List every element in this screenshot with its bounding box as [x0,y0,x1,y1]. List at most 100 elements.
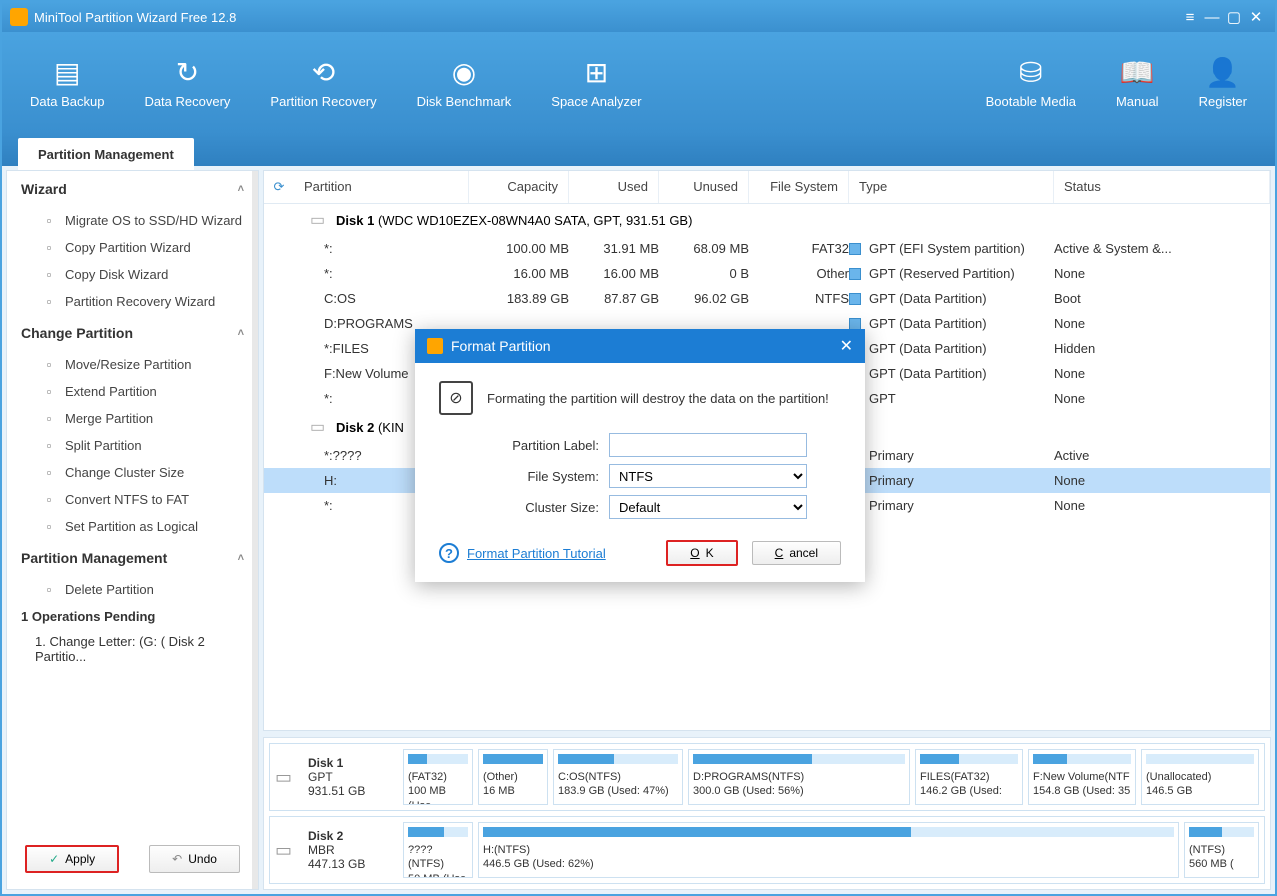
type-color-icon [849,318,861,330]
filesystem-select[interactable]: NTFS [609,464,807,488]
sidebar-item[interactable]: ▫Convert NTFS to FAT [7,486,258,513]
disk-strip-partition[interactable]: (NTFS)560 MB ( [1184,822,1259,878]
disk-strip-panel: ▭Disk 1GPT931.51 GB(FAT32)100 MB (Use(Ot… [263,737,1271,890]
type-color-icon [849,243,861,255]
pending-item[interactable]: 1. Change Letter: (G: ( Disk 2 Partitio.… [7,630,258,668]
toolbar-icon: ↻ [144,56,230,86]
disk-icon: ▭ [275,822,303,878]
refresh-icon[interactable]: ⟳ [264,171,294,203]
chevron-up-icon: ˄ [238,327,244,339]
close-icon[interactable]: ✕ [1245,8,1267,26]
disk-strip-partition[interactable]: F:New Volume(NTF154.8 GB (Used: 35 [1028,749,1136,805]
toolbar-icon: ▤ [30,56,104,86]
cluster-size-label: Cluster Size: [439,500,609,515]
tab-partition-management[interactable]: Partition Management [18,138,194,171]
toolbar-icon: 👤 [1199,56,1247,86]
partition-label-input[interactable] [609,433,807,457]
sidebar-item[interactable]: ▫Delete Partition [7,576,258,603]
action-icon: ▫ [41,384,57,399]
undo-button[interactable]: ↶Undo [149,845,240,873]
section-header[interactable]: Wizard˄ [7,171,258,207]
toolbar-data-backup[interactable]: ▤Data Backup [10,46,124,119]
sidebar-item[interactable]: ▫Partition Recovery Wizard [7,288,258,315]
format-partition-dialog: Format Partition ✕ ⊘ Formating the parti… [415,329,865,582]
disk-strip-partition[interactable]: (FAT32)100 MB (Use [403,749,473,805]
disk-strip-partition[interactable]: D:PROGRAMS(NTFS)300.0 GB (Used: 56%) [688,749,910,805]
section-header[interactable]: Partition Management˄ [7,540,258,576]
toolbar-data-recovery[interactable]: ↻Data Recovery [124,46,250,119]
warning-drive-icon: ⊘ [439,381,473,415]
help-icon[interactable]: ? [439,543,459,563]
th-capacity[interactable]: Capacity [469,171,569,203]
disk-strip-header: Disk 2MBR447.13 GB [308,822,398,878]
toolbar-manual[interactable]: 📖Manual [1096,46,1179,119]
th-partition[interactable]: Partition [294,171,469,203]
disk-strip-partition[interactable]: C:OS(NTFS)183.9 GB (Used: 47%) [553,749,683,805]
disk-icon: ▭ [275,749,303,805]
sidebar-item[interactable]: ▫Copy Partition Wizard [7,234,258,261]
type-color-icon [849,293,861,305]
sidebar-scrollbar[interactable] [252,171,258,889]
disk-strip-partition[interactable]: (Unallocated)146.5 GB [1141,749,1259,805]
partition-row[interactable]: *:100.00 MB31.91 MB68.09 MBFAT32GPT (EFI… [264,236,1270,261]
sidebar-item[interactable]: ▫Migrate OS to SSD/HD Wizard [7,207,258,234]
partition-row[interactable]: C:OS183.89 GB87.87 GB96.02 GBNTFSGPT (Da… [264,286,1270,311]
toolbar-space-analyzer[interactable]: ⊞Space Analyzer [531,46,661,119]
th-filesystem[interactable]: File System [749,171,849,203]
tutorial-link[interactable]: Format Partition Tutorial [467,546,606,561]
sidebar-item[interactable]: ▫Split Partition [7,432,258,459]
toolbar-icon: ⛁ [986,56,1076,86]
dialog-close-icon[interactable]: ✕ [840,336,853,356]
disk-strip-header: Disk 1GPT931.51 GB [308,749,398,805]
partition-row[interactable]: *:16.00 MB16.00 MB0 BOtherGPT (Reserved … [264,261,1270,286]
sidebar-item[interactable]: ▫Set Partition as Logical [7,513,258,540]
menu-icon[interactable]: ≡ [1179,9,1201,26]
chevron-up-icon: ˄ [238,183,244,195]
disk-strip: ▭Disk 1GPT931.51 GB(FAT32)100 MB (Use(Ot… [269,743,1265,811]
action-icon: ▫ [41,438,57,453]
app-logo-icon [10,8,28,26]
sidebar-item[interactable]: ▫Merge Partition [7,405,258,432]
dialog-title: Format Partition [451,338,551,354]
disk-strip-partition[interactable]: H:(NTFS)446.5 GB (Used: 62%) [478,822,1179,878]
action-icon: ▫ [41,411,57,426]
main-toolbar: ▤Data Backup↻Data Recovery⟲Partition Rec… [2,32,1275,132]
window-title: MiniTool Partition Wizard Free 12.8 [34,10,1179,25]
action-icon: ▫ [41,357,57,372]
maximize-icon[interactable]: ▢ [1223,8,1245,26]
tab-row: Partition Management [2,132,1275,166]
ok-button[interactable]: OK [666,540,737,566]
cluster-size-select[interactable]: Default [609,495,807,519]
disk-strip-partition[interactable]: ????(NTFS)50 MB (Use [403,822,473,878]
action-icon: ▫ [41,294,57,309]
action-icon: ▫ [41,519,57,534]
action-icon: ▫ [41,465,57,480]
sidebar-item[interactable]: ▫Change Cluster Size [7,459,258,486]
cancel-button[interactable]: Cancel [752,541,841,565]
toolbar-partition-recovery[interactable]: ⟲Partition Recovery [250,46,396,119]
disk-strip: ▭Disk 2MBR447.13 GB????(NTFS)50 MB (UseH… [269,816,1265,884]
sidebar-item[interactable]: ▫Copy Disk Wizard [7,261,258,288]
th-unused[interactable]: Unused [659,171,749,203]
chevron-up-icon: ˄ [238,552,244,564]
apply-button[interactable]: ✓Apply [25,845,119,873]
toolbar-bootable-media[interactable]: ⛁Bootable Media [966,46,1096,119]
th-used[interactable]: Used [569,171,659,203]
disk-icon: ▭ [310,210,336,230]
section-header[interactable]: Change Partition˄ [7,315,258,351]
disk-strip-partition[interactable]: (Other)16 MB [478,749,548,805]
th-type[interactable]: Type [849,171,1054,203]
disk-strip-partition[interactable]: FILES(FAT32)146.2 GB (Used: [915,749,1023,805]
toolbar-register[interactable]: 👤Register [1179,46,1267,119]
disk-header-row[interactable]: ▭Disk 1 (WDC WD10EZEX-08WN4A0 SATA, GPT,… [264,204,1270,236]
sidebar-item[interactable]: ▫Move/Resize Partition [7,351,258,378]
sidebar-item[interactable]: ▫Extend Partition [7,378,258,405]
toolbar-icon: ⊞ [551,56,641,86]
minimize-icon[interactable]: — [1201,9,1223,26]
action-icon: ▫ [41,240,57,255]
toolbar-disk-benchmark[interactable]: ◉Disk Benchmark [397,46,532,119]
pending-header: 1 Operations Pending [7,603,258,630]
warning-text: Formating the partition will destroy the… [487,391,829,406]
action-icon: ▫ [41,213,57,228]
th-status[interactable]: Status [1054,171,1270,203]
